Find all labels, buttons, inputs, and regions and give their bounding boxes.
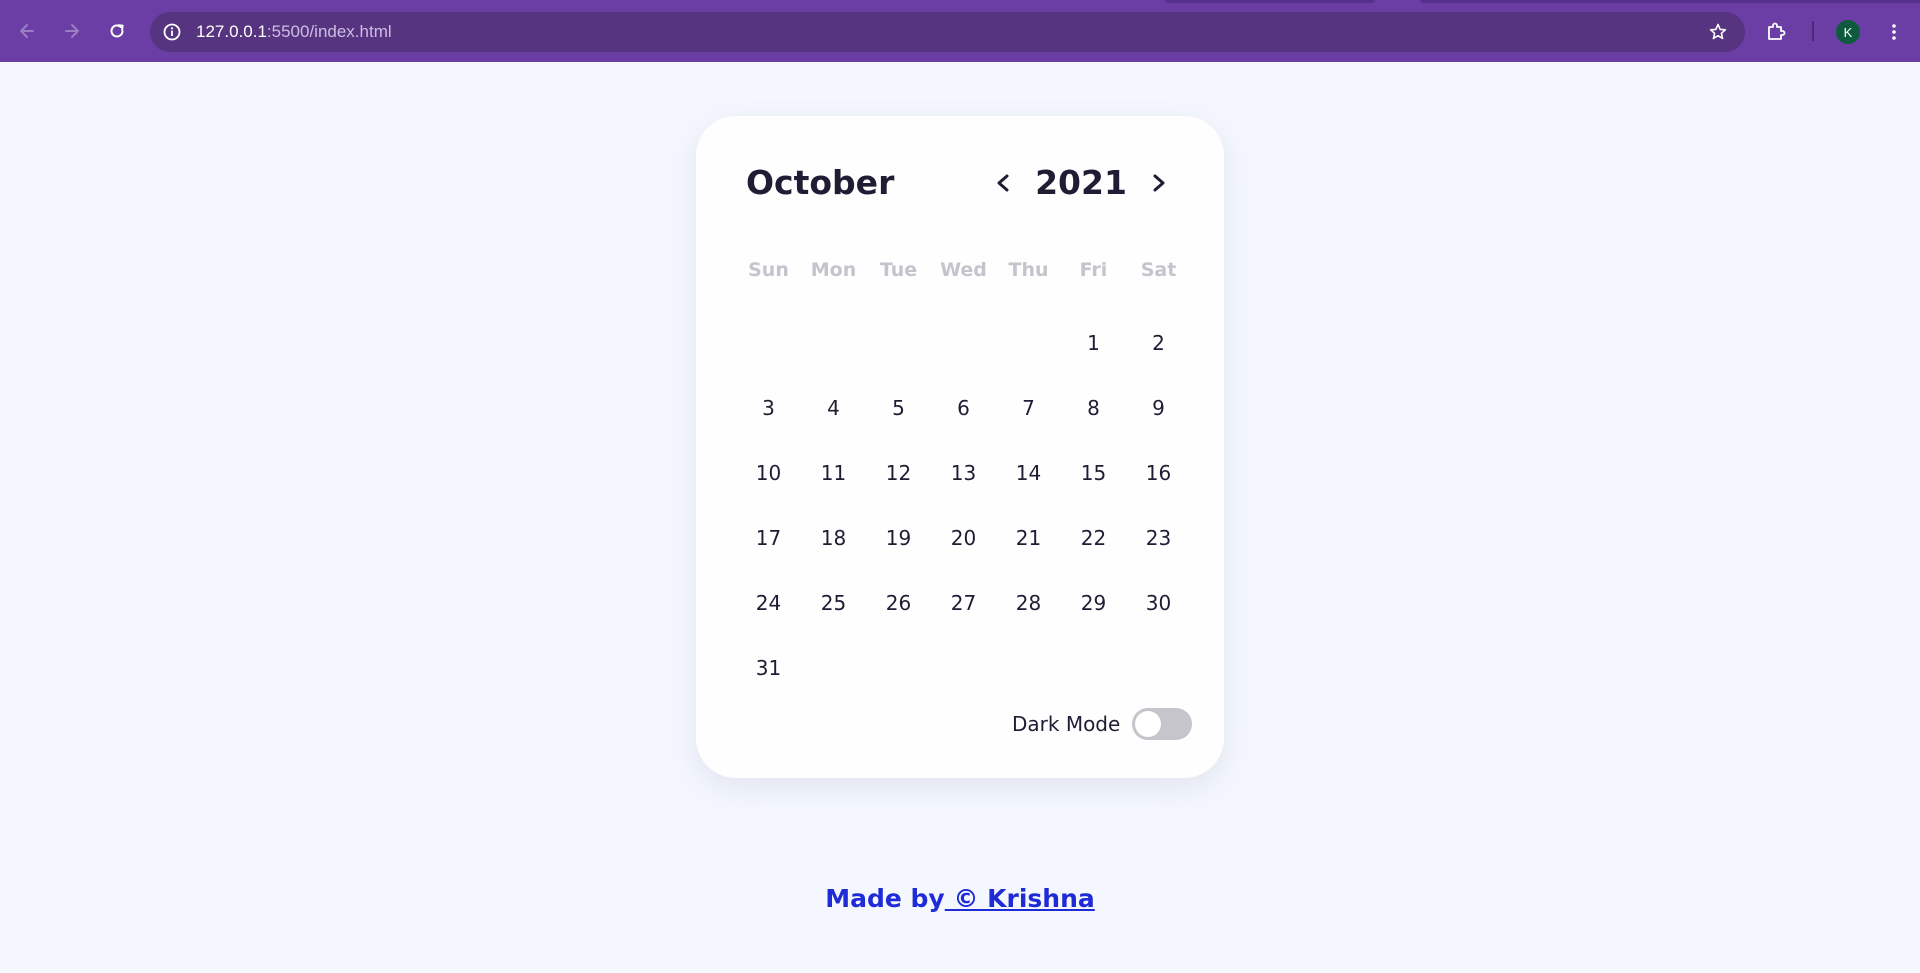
dark-mode-toggle[interactable] (1132, 708, 1193, 740)
extensions-button[interactable] (1762, 17, 1790, 45)
weekday-sat: Sat (1140, 259, 1177, 281)
day-cell[interactable]: 11 (801, 440, 866, 505)
footer-credit: Made by © Krishna (0, 884, 1920, 913)
day-cell[interactable]: 23 (1126, 505, 1191, 570)
toggle-knob (1135, 711, 1162, 737)
reload-button[interactable] (99, 13, 135, 49)
prev-year-button[interactable] (986, 166, 1020, 200)
chevron-right-icon (1153, 174, 1165, 192)
weekday-fri: Fri (1079, 259, 1108, 281)
day-cell[interactable]: 1 (1061, 310, 1126, 375)
footer-prefix: Made by (825, 884, 945, 913)
chevron-left-icon (997, 174, 1009, 192)
day-cell[interactable]: 4 (801, 375, 866, 440)
day-cell[interactable]: 20 (931, 505, 996, 570)
weekday-thu: Thu (1008, 259, 1049, 281)
avatar[interactable]: K (1836, 20, 1860, 44)
year-navigation: 2021 (986, 161, 1176, 205)
browser-toolbar: 127.0.0.1:5500/index.html K (0, 0, 1920, 62)
day-cell[interactable]: 18 (801, 505, 866, 570)
day-cell[interactable]: 6 (931, 375, 996, 440)
url-path: :5500/index.html (266, 22, 392, 41)
day-cell[interactable]: 3 (736, 375, 801, 440)
toolbar-divider (1812, 21, 1814, 41)
url-host: 127.0.0.1 (196, 22, 267, 41)
kebab-menu-icon[interactable] (1880, 18, 1908, 46)
weekday-header: Sun Mon Tue Wed Thu Fri Sat (736, 250, 1191, 290)
day-cell[interactable]: 8 (1061, 375, 1126, 440)
tab-edge (1165, 0, 1375, 3)
dark-mode-control: Dark Mode (1012, 707, 1193, 741)
day-cell[interactable]: 30 (1126, 570, 1191, 635)
day-cell[interactable]: 31 (736, 635, 801, 700)
weekday-wed: Wed (940, 259, 987, 281)
weekday-sun: Sun (748, 259, 789, 281)
day-cell[interactable]: 26 (866, 570, 931, 635)
day-cell[interactable]: 25 (801, 570, 866, 635)
puzzle-icon (1768, 22, 1786, 40)
day-cell[interactable]: 2 (1126, 310, 1191, 375)
arrow-left-icon (20, 24, 34, 38)
tab-edge (1420, 0, 1920, 3)
star-icon[interactable] (1707, 21, 1729, 43)
back-button[interactable] (9, 13, 45, 49)
address-bar[interactable]: 127.0.0.1:5500/index.html (150, 12, 1745, 52)
empty-day-cell (866, 310, 931, 375)
day-cell[interactable]: 28 (996, 570, 1061, 635)
day-cell[interactable]: 19 (866, 505, 931, 570)
empty-day-cell (996, 310, 1061, 375)
day-cell[interactable]: 17 (736, 505, 801, 570)
next-year-button[interactable] (1142, 166, 1176, 200)
empty-day-cell (801, 310, 866, 375)
day-cell[interactable]: 14 (996, 440, 1061, 505)
calendar-card: October 2021 Sun Mon Tue Wed Thu Fri Sat 12345… (696, 116, 1224, 778)
weekday-mon: Mon (810, 259, 857, 281)
empty-day-cell (736, 310, 801, 375)
reload-icon (110, 24, 124, 38)
day-cell[interactable]: 16 (1126, 440, 1191, 505)
info-icon[interactable] (160, 20, 184, 44)
day-cell[interactable]: 10 (736, 440, 801, 505)
day-cell[interactable]: 27 (931, 570, 996, 635)
weekday-tue: Tue (879, 259, 918, 281)
empty-day-cell (931, 310, 996, 375)
day-cell[interactable]: 24 (736, 570, 801, 635)
day-cell[interactable]: 21 (996, 505, 1061, 570)
day-cell[interactable]: 22 (1061, 505, 1126, 570)
day-cell[interactable]: 9 (1126, 375, 1191, 440)
day-cell[interactable]: 12 (866, 440, 931, 505)
day-cell[interactable]: 7 (996, 375, 1061, 440)
arrow-right-icon (65, 24, 79, 38)
url-text[interactable]: 127.0.0.1:5500/index.html (196, 12, 392, 52)
year-label: 2021 (1035, 163, 1127, 202)
day-cell[interactable]: 15 (1061, 440, 1126, 505)
day-grid: 1 2 3 4 5 6 7 8 9 10 11 12 13 14 15 16 17 18 19 20 21 22 23 24 2… (736, 310, 1191, 700)
dark-mode-label: Dark Mode (1012, 712, 1121, 736)
month-title: October (746, 163, 895, 202)
day-cell[interactable]: 13 (931, 440, 996, 505)
author-link[interactable]: © Krishna (945, 884, 1094, 913)
forward-button[interactable] (54, 13, 90, 49)
day-cell[interactable]: 29 (1061, 570, 1126, 635)
day-cell[interactable]: 5 (866, 375, 931, 440)
